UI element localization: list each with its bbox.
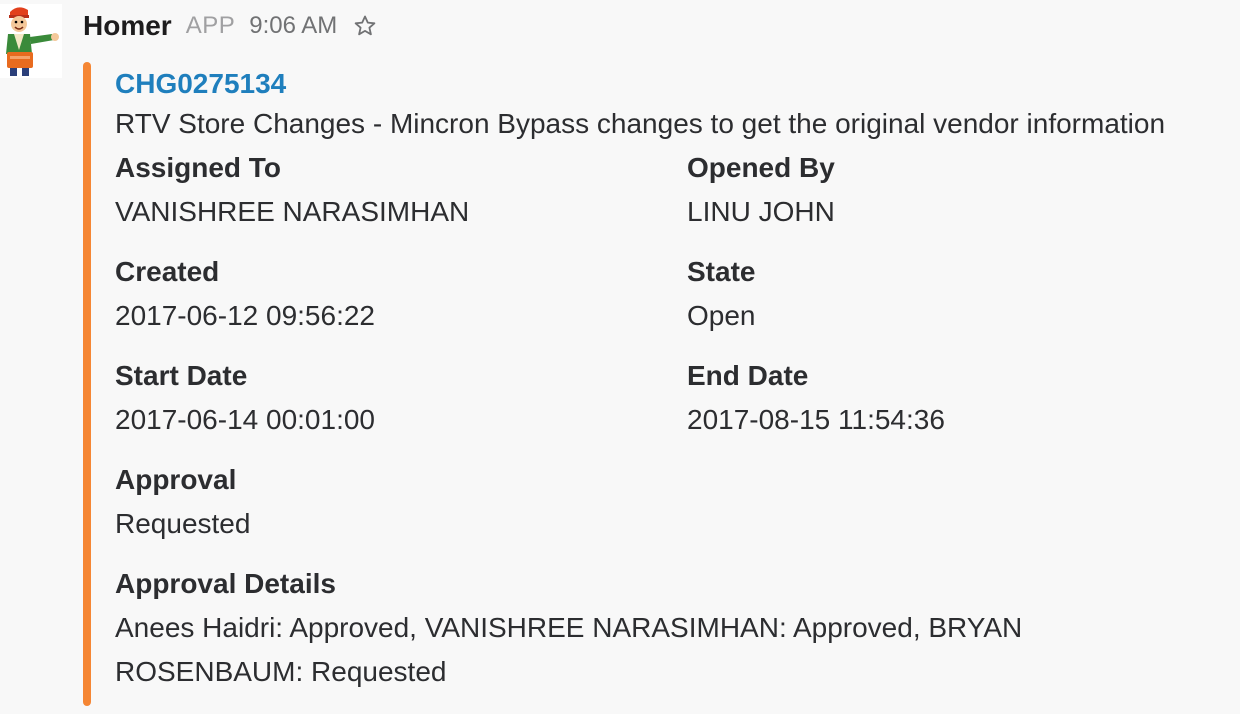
change-request-link[interactable]: CHG0275134	[115, 66, 1233, 102]
field-approval-details: Approval Details Anees Haidri: Approved,…	[115, 562, 1115, 694]
app-badge: APP	[185, 12, 236, 39]
field-value-line-1: Anees Haidri: Approved, VANISHREE NARASI…	[115, 612, 1023, 643]
field-value: LINU JOHN	[687, 196, 835, 227]
field-title: State	[687, 256, 756, 287]
homer-mascot-icon	[0, 4, 62, 78]
field-value: 2017-06-14 00:01:00	[115, 404, 375, 435]
message-header: Homer APP 9:06 AM	[83, 8, 377, 44]
field-opened-by: Opened By LINU JOHN	[687, 146, 1227, 234]
sender-name[interactable]: Homer	[83, 10, 172, 42]
field-title: End Date	[687, 360, 809, 391]
field-created: Created 2017-06-12 09:56:22	[115, 250, 655, 338]
attachment-accent-bar	[83, 62, 91, 706]
field-title: Start Date	[115, 360, 248, 391]
field-title: Assigned To	[115, 152, 281, 183]
field-title: Approval Details	[115, 568, 336, 599]
field-state: State Open	[687, 250, 1227, 338]
star-icon[interactable]	[353, 14, 377, 38]
field-end-date: End Date 2017-08-15 11:54:36	[687, 354, 1227, 442]
field-title: Created	[115, 256, 220, 287]
field-title: Approval	[115, 464, 237, 495]
message-timestamp[interactable]: 9:06 AM	[249, 12, 337, 40]
attachment-description: RTV Store Changes - Mincron Bypass chang…	[115, 108, 1166, 139]
field-value-line-2: ROSENBAUM: Requested	[115, 656, 447, 687]
field-title: Opened By	[687, 152, 835, 183]
field-assigned-to: Assigned To VANISHREE NARASIMHAN	[115, 146, 655, 234]
field-value: Open	[687, 300, 756, 331]
field-approval: Approval Requested	[115, 458, 655, 546]
field-value: 2017-06-12 09:56:22	[115, 300, 375, 331]
attachment: CHG0275134 RTV Store Changes - Mincron B…	[115, 62, 1233, 687]
field-start-date: Start Date 2017-06-14 00:01:00	[115, 354, 655, 442]
field-value: Requested	[115, 508, 251, 539]
avatar[interactable]	[0, 4, 62, 78]
field-value: 2017-08-15 11:54:36	[687, 404, 945, 435]
field-value: VANISHREE NARASIMHAN	[115, 196, 470, 227]
